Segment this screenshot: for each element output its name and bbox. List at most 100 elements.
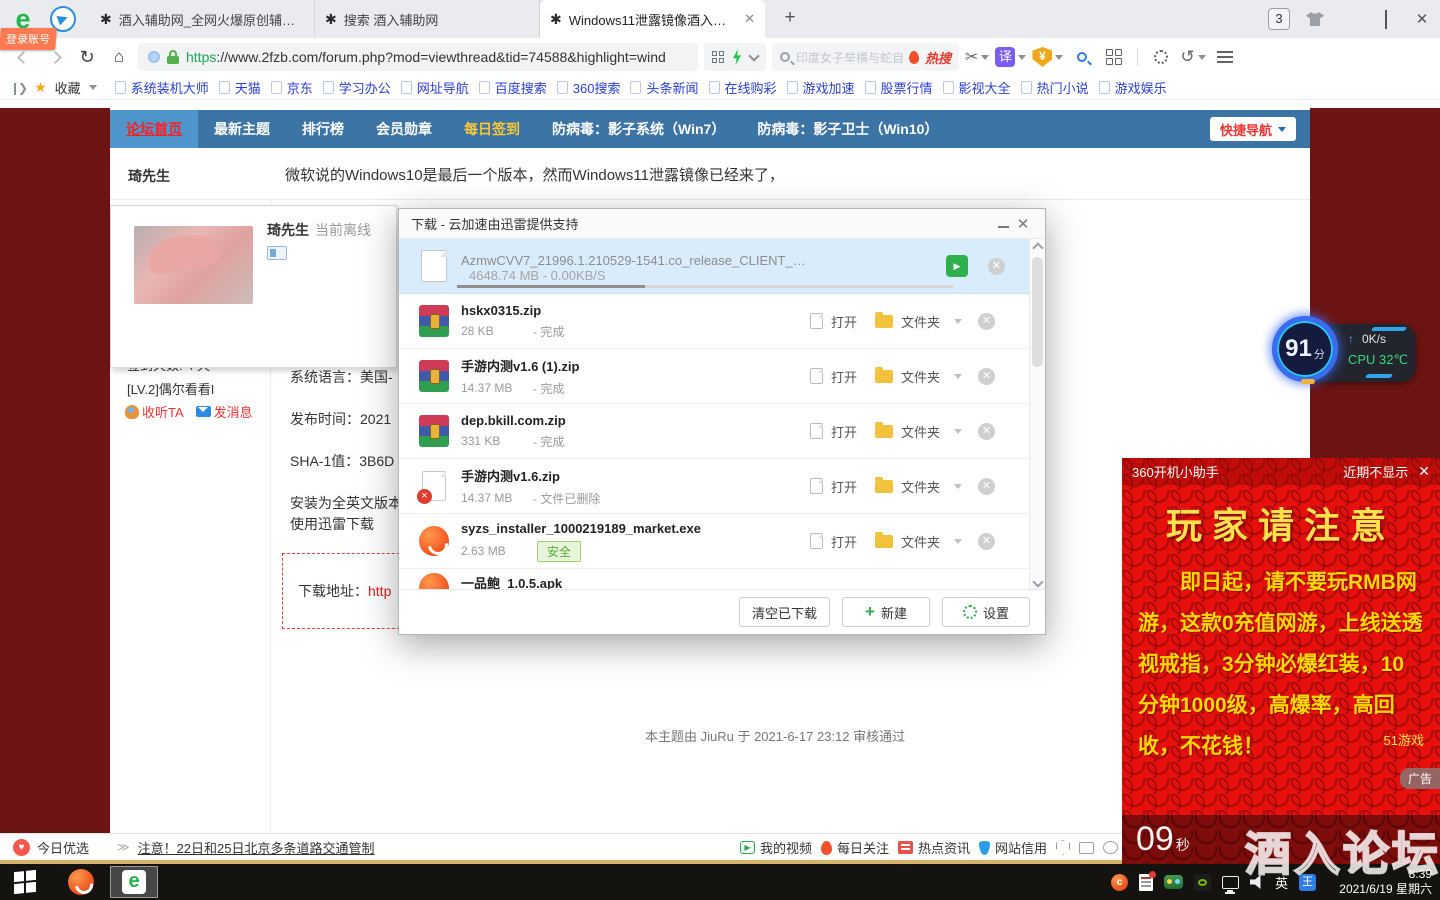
settings-button[interactable]: 设置 (942, 597, 1030, 627)
remove-icon[interactable]: ✕ (978, 478, 995, 495)
remove-icon[interactable]: ✕ (978, 423, 995, 440)
download-row[interactable]: dep.bkill.com.zip331 KB- 完成打开文件夹✕ (399, 404, 1031, 459)
folder-icon[interactable] (875, 315, 893, 328)
taskbar-active-app[interactable]: e (110, 866, 158, 898)
find-tool[interactable] (1069, 44, 1095, 70)
download-row-active[interactable]: AzmwCVV7_21996.1.210529-1541.co_release_… (399, 239, 1031, 294)
forum-nav-item[interactable]: 防病毒：影子系统（Win7） (536, 110, 741, 148)
folder-label[interactable]: 文件夹 (901, 312, 940, 331)
maximize-button[interactable] (1376, 11, 1396, 28)
address-bar[interactable]: https://www.2fzb.com/forum.php?mod=viewt… (138, 43, 698, 71)
folder-label[interactable]: 文件夹 (901, 422, 940, 441)
translate-tool[interactable]: 译 (995, 47, 1026, 67)
taskbar-browser-icon[interactable] (68, 869, 94, 895)
download-row[interactable]: hskx0315.zip28 KB- 完成打开文件夹✕ (399, 294, 1031, 349)
browser-tab[interactable]: ✱搜索 酒入辅助网 (315, 0, 540, 38)
folder-icon[interactable] (875, 480, 893, 493)
open-file-icon[interactable] (810, 533, 823, 549)
bottombar-hot-news[interactable]: 热点资讯 (898, 838, 970, 857)
open-label[interactable]: 打开 (831, 367, 857, 386)
notification-count-badge[interactable]: 3 (1268, 8, 1290, 30)
bookmark-label[interactable]: 京东 (287, 78, 313, 97)
remove-icon[interactable]: ✕ (978, 533, 995, 550)
bookmark-item[interactable]: 天猫 (219, 78, 261, 97)
menu-button[interactable] (1212, 44, 1238, 70)
forum-nav-item[interactable]: 会员勋章 (360, 110, 448, 148)
favorites-label[interactable]: 收藏 (55, 78, 81, 97)
favorites-caret-icon[interactable] (89, 85, 97, 90)
bookmark-label[interactable]: 学习办公 (339, 78, 391, 97)
bottombar-my-videos[interactable]: ▶我的视频 (740, 838, 812, 857)
folder-label[interactable]: 文件夹 (901, 477, 940, 496)
bookmark-item[interactable]: 游戏加速 (787, 78, 855, 97)
quick-nav-button[interactable]: 快捷导航 (1210, 117, 1296, 141)
open-label[interactable]: 打开 (831, 477, 857, 496)
open-file-icon[interactable] (810, 423, 823, 439)
bookmark-label[interactable]: 股票行情 (881, 78, 933, 97)
more-caret-icon[interactable] (954, 539, 962, 544)
bookmark-label[interactable]: 天猫 (235, 78, 261, 97)
dialog-scrollbar[interactable] (1029, 239, 1045, 591)
open-file-icon[interactable] (810, 313, 823, 329)
favorites-star-icon[interactable]: ★ (34, 79, 47, 96)
bookmark-label[interactable]: 热门小说 (1037, 78, 1089, 97)
remove-button[interactable]: ✕ (988, 258, 1005, 275)
open-file-icon[interactable] (810, 478, 823, 494)
health-icon[interactable] (1103, 841, 1118, 854)
message-link[interactable]: 发消息 (196, 402, 253, 421)
score-gauge[interactable]: 91分 (1272, 316, 1338, 382)
open-label[interactable]: 打开 (831, 532, 857, 551)
night-mode-button[interactable] (1148, 44, 1174, 70)
start-button[interactable] (0, 864, 50, 900)
more-caret-icon[interactable] (954, 484, 962, 489)
dialog-close-button[interactable]: ✕ (1013, 215, 1033, 233)
resume-button[interactable]: ▶ (946, 255, 968, 277)
forum-nav-item[interactable]: 最新主题 (198, 110, 286, 148)
dialog-minimize-button[interactable] (993, 216, 1013, 231)
profile-name[interactable]: 琦先生 (267, 222, 309, 238)
tray-app-icon[interactable]: c (1111, 874, 1128, 891)
tab-close-icon[interactable]: ✕ (744, 11, 755, 27)
bookmark-label[interactable]: 系统装机大师 (131, 78, 209, 97)
bookmark-label[interactable]: 360搜索 (573, 78, 621, 97)
browser-tab[interactable]: ✱酒入辅助网_全网火爆原创辅助基 (90, 0, 315, 38)
remove-icon[interactable]: ✕ (978, 368, 995, 385)
more-caret-icon[interactable] (954, 429, 962, 434)
folder-label[interactable]: 文件夹 (901, 532, 940, 551)
search-placeholder[interactable]: 印度女子举横与蛇自拍 (796, 49, 903, 66)
theme-skin-icon[interactable] (1306, 12, 1324, 26)
clear-downloads-button[interactable]: 清空已下载 (739, 597, 830, 627)
bookmark-item[interactable]: 网址导航 (401, 78, 469, 97)
new-tab-button[interactable]: + (775, 4, 805, 34)
today-picks-label[interactable]: 今日优选 (37, 838, 89, 857)
open-label[interactable]: 打开 (831, 422, 857, 441)
rebate-tool[interactable]: ¥ (1032, 47, 1063, 67)
download-row[interactable]: syzs_installer_1000219189_market.exe2.63… (399, 514, 1031, 569)
search-box[interactable]: 印度女子举横与蛇自拍 热搜 (772, 43, 959, 71)
bookmark-label[interactable]: 在线购彩 (725, 78, 777, 97)
follow-link[interactable]: 收听TA (125, 402, 184, 421)
dialog-title-bar[interactable]: 下载 - 云加速由迅雷提供支持 ✕ (399, 209, 1045, 239)
refresh-button[interactable]: ↻ (74, 44, 100, 70)
tray-nvidia-icon[interactable] (1194, 874, 1211, 891)
forum-nav-item[interactable]: 每日签到 (448, 110, 536, 148)
news-ticker-link[interactable]: 注意！22日和25日北京多条道路交通管制 (138, 838, 375, 857)
close-button[interactable]: ✕ (1412, 10, 1432, 28)
bottombar-site-credit[interactable]: 网站信用 (979, 838, 1047, 857)
bookmark-item[interactable]: 游戏娱乐 (1099, 78, 1167, 97)
bookmark-item[interactable]: 京东 (271, 78, 313, 97)
bookmark-label[interactable]: 游戏娱乐 (1115, 78, 1167, 97)
bookmark-item[interactable]: 360搜索 (557, 78, 621, 97)
history-undo-button[interactable]: ↺ (1180, 47, 1205, 67)
ad-body-text[interactable]: 即日起，请不要玩RMB网游，这款0充值网游，上线送透视戒指，3分钟必爆红装，10… (1138, 563, 1424, 768)
avatar[interactable] (134, 226, 253, 304)
speed-bolt-icon[interactable] (732, 49, 742, 65)
snapshot-icon[interactable] (1079, 842, 1094, 854)
forum-nav-item[interactable]: 排行榜 (286, 110, 360, 148)
new-download-button[interactable]: +新建 (842, 597, 930, 627)
folder-icon[interactable] (875, 370, 893, 383)
bookmark-item[interactable]: 头条新闻 (630, 78, 698, 97)
expand-news-icon[interactable]: ≫ (117, 840, 130, 854)
clip-tool[interactable]: ✂ (965, 47, 989, 67)
tray-game-icon[interactable] (1164, 875, 1183, 889)
